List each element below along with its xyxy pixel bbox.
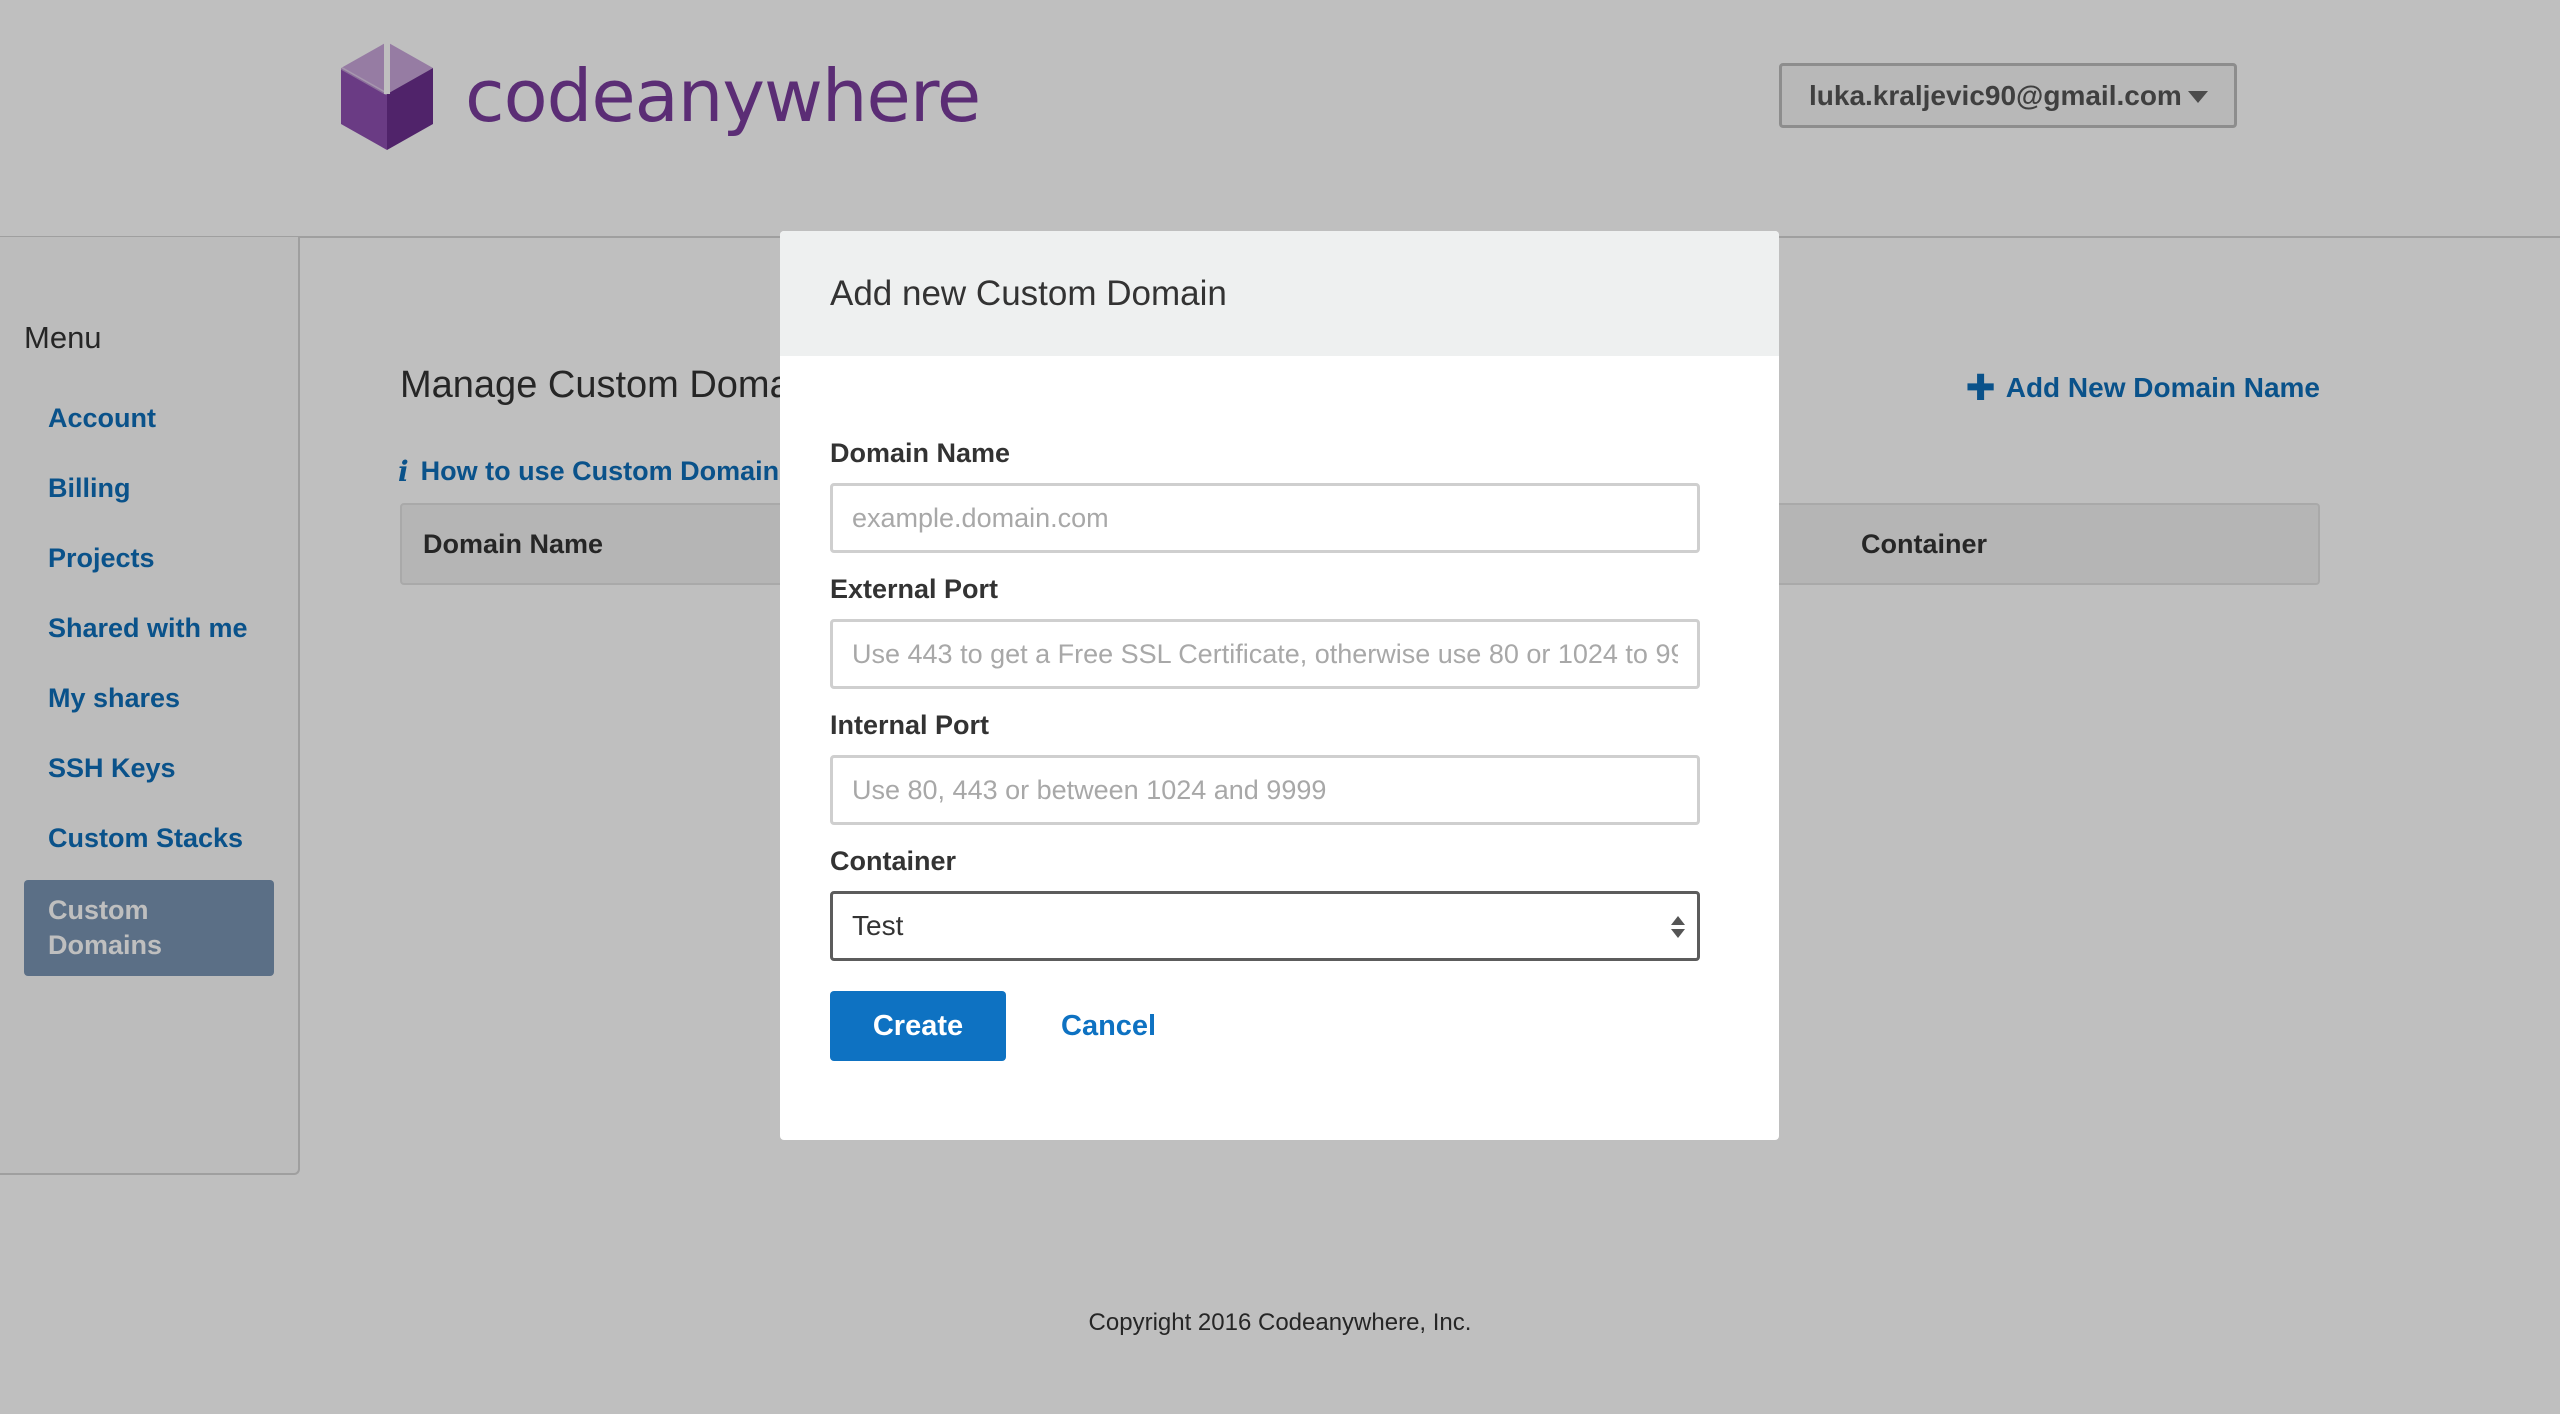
create-button[interactable]: Create xyxy=(830,991,1006,1061)
domain-name-label: Domain Name xyxy=(830,438,1011,468)
container-select-value: Test xyxy=(852,910,904,941)
external-port-input[interactable] xyxy=(830,619,1700,689)
internal-port-input[interactable] xyxy=(830,755,1700,825)
cancel-button[interactable]: Cancel xyxy=(1061,991,1156,1061)
container-label: Container xyxy=(830,846,957,876)
container-select[interactable]: Test xyxy=(830,891,1700,961)
modal-header: Add new Custom Domain xyxy=(780,231,1779,356)
internal-port-label: Internal Port xyxy=(830,710,990,740)
domain-name-input[interactable] xyxy=(830,483,1700,553)
select-arrows-icon xyxy=(1671,916,1685,938)
external-port-label: External Port xyxy=(830,574,999,604)
add-domain-modal: Add new Custom Domain Domain Name Extern… xyxy=(780,231,1779,1140)
modal-title: Add new Custom Domain xyxy=(830,274,1227,313)
